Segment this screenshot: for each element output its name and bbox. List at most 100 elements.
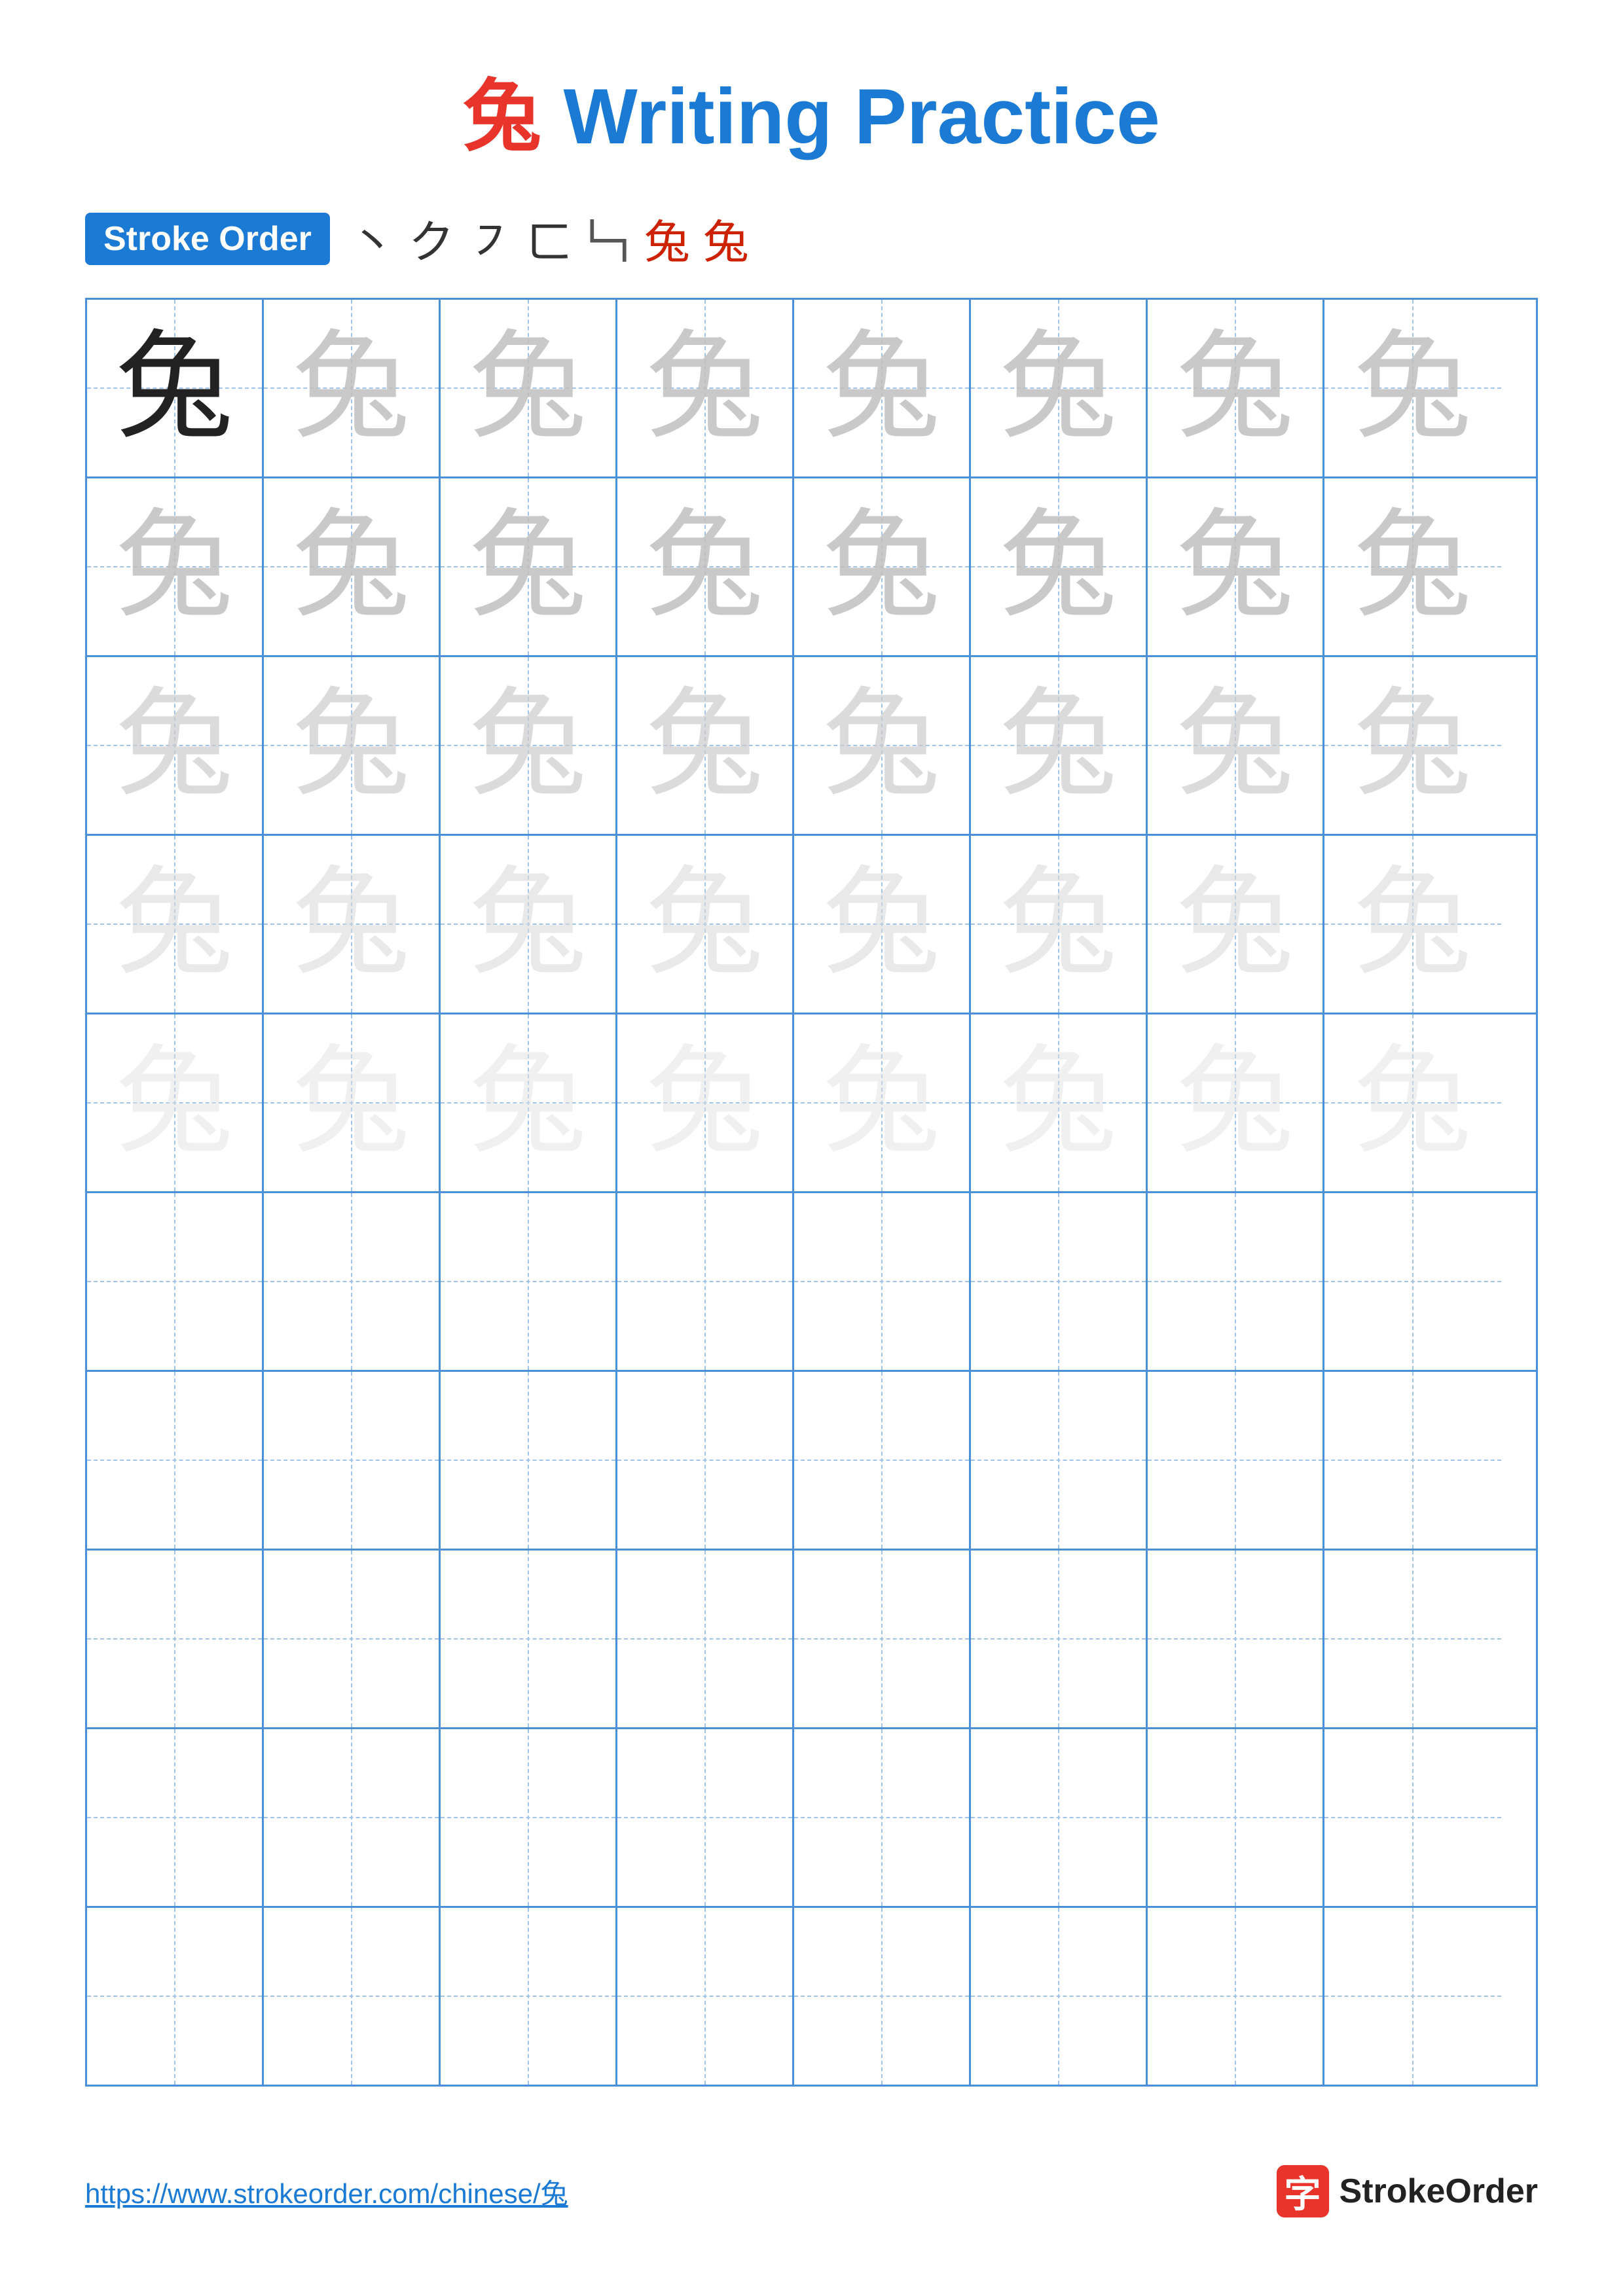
grid-cell-6-2[interactable] [264,1193,441,1370]
grid-cell-9-7[interactable] [1148,1729,1324,1906]
char-display: 兔 [115,508,233,626]
char-display: 兔 [469,329,587,447]
char-display: 兔 [822,865,940,983]
char-display: 兔 [469,1044,587,1162]
grid-cell-1-7[interactable]: 兔 [1148,300,1324,476]
grid-cell-8-8[interactable] [1324,1551,1501,1727]
grid-cell-4-8[interactable]: 兔 [1324,836,1501,1013]
grid-cell-2-2[interactable]: 兔 [264,478,441,655]
grid-cell-10-4[interactable] [617,1908,794,2085]
grid-cell-3-6[interactable]: 兔 [971,657,1148,834]
grid-cell-9-1[interactable] [87,1729,264,1906]
grid-cell-7-3[interactable] [441,1372,617,1549]
grid-cell-9-8[interactable] [1324,1729,1501,1906]
grid-cell-10-6[interactable] [971,1908,1148,2085]
grid-cell-5-1[interactable]: 兔 [87,1014,264,1191]
grid-cell-5-5[interactable]: 兔 [794,1014,971,1191]
grid-cell-1-5[interactable]: 兔 [794,300,971,476]
grid-cell-8-7[interactable] [1148,1551,1324,1727]
grid-cell-5-6[interactable]: 兔 [971,1014,1148,1191]
page-title: 兔 Writing Practice [0,0,1623,206]
grid-cell-2-4[interactable]: 兔 [617,478,794,655]
grid-cell-5-3[interactable]: 兔 [441,1014,617,1191]
grid-cell-10-5[interactable] [794,1908,971,2085]
grid-row-2: 兔 兔 兔 兔 兔 兔 兔 兔 [87,478,1536,657]
grid-cell-8-4[interactable] [617,1551,794,1727]
grid-cell-9-2[interactable] [264,1729,441,1906]
grid-cell-3-4[interactable]: 兔 [617,657,794,834]
grid-cell-1-4[interactable]: 兔 [617,300,794,476]
grid-cell-6-4[interactable] [617,1193,794,1370]
grid-cell-3-7[interactable]: 兔 [1148,657,1324,834]
grid-cell-3-3[interactable]: 兔 [441,657,617,834]
grid-cell-10-2[interactable] [264,1908,441,2085]
grid-row-5: 兔 兔 兔 兔 兔 兔 兔 兔 [87,1014,1536,1193]
grid-cell-7-2[interactable] [264,1372,441,1549]
grid-cell-1-6[interactable]: 兔 [971,300,1148,476]
char-display: 兔 [999,865,1117,983]
grid-cell-10-1[interactable] [87,1908,264,2085]
grid-cell-2-3[interactable]: 兔 [441,478,617,655]
grid-cell-6-1[interactable] [87,1193,264,1370]
grid-cell-5-4[interactable]: 兔 [617,1014,794,1191]
char-display: 兔 [1354,508,1472,626]
grid-cell-9-4[interactable] [617,1729,794,1906]
grid-cell-4-5[interactable]: 兔 [794,836,971,1013]
grid-cell-6-3[interactable] [441,1193,617,1370]
grid-cell-9-3[interactable] [441,1729,617,1906]
grid-cell-5-2[interactable]: 兔 [264,1014,441,1191]
grid-cell-4-7[interactable]: 兔 [1148,836,1324,1013]
grid-cell-3-8[interactable]: 兔 [1324,657,1501,834]
grid-cell-10-7[interactable] [1148,1908,1324,2085]
grid-cell-10-3[interactable] [441,1908,617,2085]
char-display: 兔 [646,329,763,447]
grid-cell-1-2[interactable]: 兔 [264,300,441,476]
char-display: 兔 [999,329,1117,447]
grid-cell-3-2[interactable]: 兔 [264,657,441,834]
grid-cell-2-8[interactable]: 兔 [1324,478,1501,655]
grid-cell-1-3[interactable]: 兔 [441,300,617,476]
grid-cell-6-5[interactable] [794,1193,971,1370]
grid-cell-2-6[interactable]: 兔 [971,478,1148,655]
grid-cell-6-8[interactable] [1324,1193,1501,1370]
grid-cell-7-8[interactable] [1324,1372,1501,1549]
grid-cell-7-6[interactable] [971,1372,1148,1549]
grid-cell-1-1[interactable]: 兔 [87,300,264,476]
grid-cell-5-8[interactable]: 兔 [1324,1014,1501,1191]
grid-cell-8-6[interactable] [971,1551,1148,1727]
grid-cell-4-2[interactable]: 兔 [264,836,441,1013]
grid-cell-6-6[interactable] [971,1193,1148,1370]
stroke-6: 兔 [644,206,690,272]
grid-cell-10-8[interactable] [1324,1908,1501,2085]
grid-cell-4-6[interactable]: 兔 [971,836,1148,1013]
grid-cell-7-5[interactable] [794,1372,971,1549]
grid-cell-4-3[interactable]: 兔 [441,836,617,1013]
grid-cell-8-3[interactable] [441,1551,617,1727]
char-display: 兔 [822,1044,940,1162]
grid-cell-5-7[interactable]: 兔 [1148,1014,1324,1191]
grid-cell-7-4[interactable] [617,1372,794,1549]
grid-cell-9-5[interactable] [794,1729,971,1906]
grid-cell-8-5[interactable] [794,1551,971,1727]
grid-cell-4-4[interactable]: 兔 [617,836,794,1013]
grid-cell-7-1[interactable] [87,1372,264,1549]
footer-logo: 字 StrokeOrder [1277,2165,1538,2217]
char-display: 兔 [115,865,233,983]
footer-url[interactable]: https://www.strokeorder.com/chinese/兔 [85,2172,568,2212]
char-display: 兔 [1176,1044,1294,1162]
grid-cell-9-6[interactable] [971,1729,1148,1906]
char-display: 兔 [646,865,763,983]
grid-cell-8-1[interactable] [87,1551,264,1727]
grid-cell-3-5[interactable]: 兔 [794,657,971,834]
grid-cell-8-2[interactable] [264,1551,441,1727]
grid-cell-1-8[interactable]: 兔 [1324,300,1501,476]
grid-cell-2-5[interactable]: 兔 [794,478,971,655]
grid-cell-4-1[interactable]: 兔 [87,836,264,1013]
grid-cell-3-1[interactable]: 兔 [87,657,264,834]
grid-cell-2-7[interactable]: 兔 [1148,478,1324,655]
grid-cell-7-7[interactable] [1148,1372,1324,1549]
grid-cell-2-1[interactable]: 兔 [87,478,264,655]
grid-cell-6-7[interactable] [1148,1193,1324,1370]
char-display: 兔 [292,687,410,804]
grid-row-10 [87,1908,1536,2085]
